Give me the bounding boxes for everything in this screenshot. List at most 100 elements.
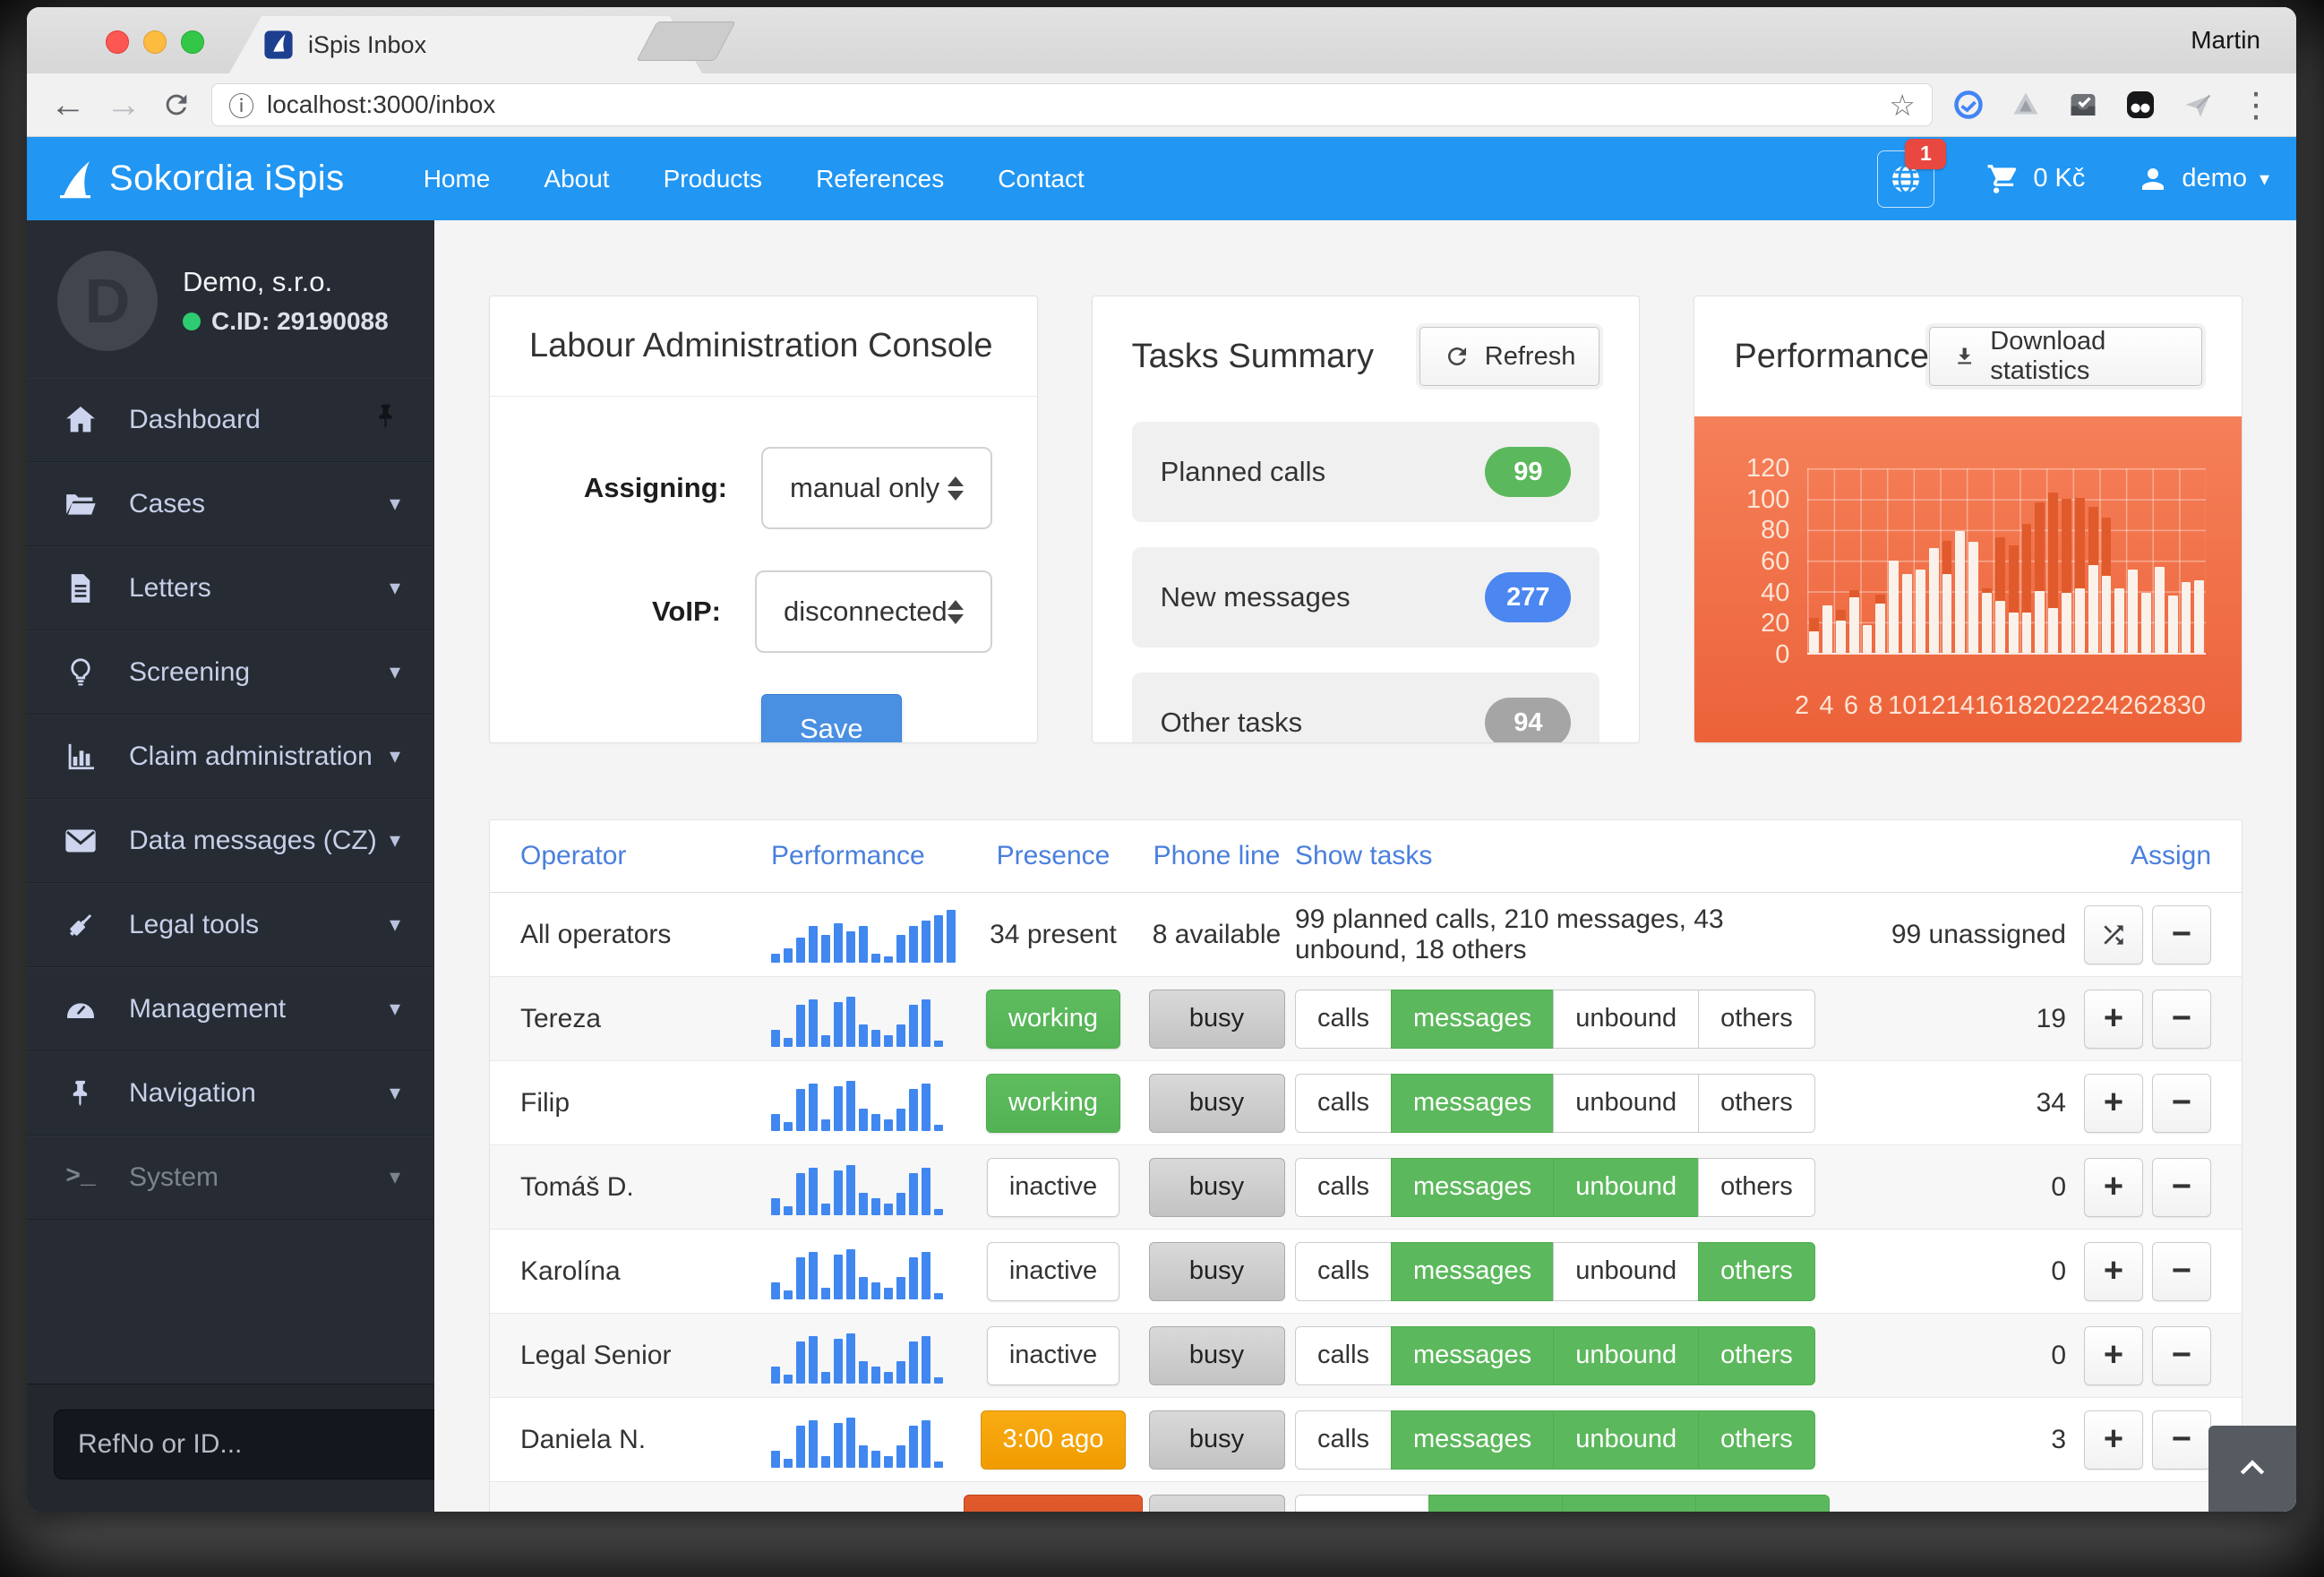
task-toggle-messages[interactable]: messages	[1391, 1326, 1554, 1385]
refno-search-input[interactable]	[54, 1410, 448, 1479]
drive-extension-icon[interactable]	[2010, 89, 2042, 121]
presence-badge[interactable]: inactive	[987, 1326, 1119, 1385]
minimize-window-button[interactable]	[143, 30, 167, 54]
browser-tab[interactable]: iSpis Inbox ×	[217, 16, 715, 73]
reload-icon[interactable]	[161, 90, 192, 120]
task-toggle-unbound[interactable]	[1562, 1495, 1696, 1513]
sidebar-item-claim-administration[interactable]: Claim administration▾	[27, 715, 434, 799]
back-icon[interactable]: ←	[50, 87, 86, 123]
sidebar-item-data-messages-cz[interactable]: Data messages (CZ)▾	[27, 799, 434, 883]
task-toggle-calls[interactable]: calls	[1295, 1158, 1392, 1217]
sidebar-item-legal-tools[interactable]: Legal tools▾	[27, 883, 434, 967]
assign-plus-button[interactable]: +	[2084, 1242, 2143, 1301]
inbox-extension-icon[interactable]	[2067, 89, 2099, 121]
task-toggle-calls[interactable]: calls	[1295, 1326, 1392, 1385]
phone-line-badge[interactable]: busy	[1149, 990, 1285, 1049]
task-toggle-unbound[interactable]: unbound	[1553, 1326, 1699, 1385]
sidebar-item-system[interactable]: >_System▾	[27, 1136, 434, 1220]
assign-plus-button[interactable]: +	[2084, 990, 2143, 1049]
shuffle-assign-button[interactable]	[2084, 905, 2143, 964]
assign-plus-button[interactable]: +	[2084, 1074, 2143, 1133]
phone-line-badge[interactable]: busy	[1149, 1158, 1285, 1217]
address-bar[interactable]: ⓘ localhost:3000/inbox ☆	[211, 83, 1933, 126]
presence-badge[interactable]	[964, 1495, 1143, 1513]
phone-line-badge[interactable]	[1149, 1495, 1285, 1513]
save-button[interactable]: Save	[761, 694, 902, 743]
brand[interactable]: Sokordia iSpis	[54, 158, 345, 201]
task-toggle-messages[interactable]: messages	[1391, 990, 1554, 1049]
task-toggle-messages[interactable]: messages	[1391, 1158, 1554, 1217]
nav-item-about[interactable]: About	[544, 165, 609, 193]
column-header-operator[interactable]: Operator	[520, 841, 771, 871]
task-toggle-calls[interactable]: calls	[1295, 1242, 1392, 1301]
sidebar-item-letters[interactable]: Letters▾	[27, 546, 434, 630]
task-toggle-calls[interactable]: calls	[1295, 1410, 1392, 1470]
presence-badge[interactable]: 3:00 ago	[981, 1410, 1127, 1470]
column-header-phone-line[interactable]: Phone line	[1138, 841, 1295, 871]
task-toggle-messages[interactable]: messages	[1391, 1242, 1554, 1301]
column-header-assign[interactable]: Assign	[1797, 841, 2211, 871]
presence-badge[interactable]: inactive	[987, 1158, 1119, 1217]
column-header-show-tasks[interactable]: Show tasks	[1295, 841, 1797, 871]
task-toggle-unbound[interactable]: unbound	[1553, 1158, 1699, 1217]
assign-plus-button[interactable]: +	[2084, 1410, 2143, 1470]
phone-line-badge[interactable]: busy	[1149, 1326, 1285, 1385]
task-toggle-others[interactable]	[1695, 1495, 1830, 1513]
column-header-presence[interactable]: Presence	[968, 841, 1138, 871]
sidebar-item-dashboard[interactable]: Dashboard	[27, 378, 434, 462]
sidebar-item-management[interactable]: Management▾	[27, 967, 434, 1051]
task-toggle-messages[interactable]: messages	[1391, 1074, 1554, 1133]
user-menu[interactable]: demo ▾	[2137, 163, 2269, 195]
zoom-window-button[interactable]	[181, 30, 204, 54]
task-toggle-unbound[interactable]: unbound	[1553, 990, 1699, 1049]
task-toggle-unbound[interactable]: unbound	[1553, 1242, 1699, 1301]
assigning-select[interactable]: manual only	[761, 447, 992, 529]
cart-button[interactable]: 0 Kč	[1986, 162, 2085, 196]
task-toggle-messages[interactable]: messages	[1391, 1410, 1554, 1470]
sidebar-item-cases[interactable]: Cases▾	[27, 462, 434, 546]
nav-item-products[interactable]: Products	[664, 165, 763, 193]
close-window-button[interactable]	[106, 30, 129, 54]
bookmark-star-icon[interactable]: ☆	[1889, 88, 1916, 123]
workspace-extension-icon[interactable]	[1952, 89, 1985, 121]
language-button[interactable]: 1	[1877, 150, 1934, 208]
phone-line-badge[interactable]: busy	[1149, 1242, 1285, 1301]
download-statistics-button[interactable]: Download statistics	[1929, 327, 2202, 386]
unassign-button[interactable]: −	[2152, 905, 2211, 964]
reader-extension-icon[interactable]	[2124, 89, 2157, 121]
task-toggle-unbound[interactable]: unbound	[1553, 1410, 1699, 1470]
presence-badge[interactable]: inactive	[987, 1242, 1119, 1301]
assign-plus-button[interactable]: +	[2084, 1158, 2143, 1217]
presence-badge[interactable]: working	[986, 990, 1120, 1049]
task-toggle-unbound[interactable]: unbound	[1553, 1074, 1699, 1133]
nav-item-references[interactable]: References	[816, 165, 944, 193]
nav-item-contact[interactable]: Contact	[998, 165, 1085, 193]
nav-item-home[interactable]: Home	[424, 165, 491, 193]
task-item-planned-calls[interactable]: Planned calls99	[1132, 422, 1600, 522]
voip-select[interactable]: disconnected	[755, 570, 992, 653]
page-info-icon[interactable]: ⓘ	[228, 86, 254, 124]
phone-line-badge[interactable]: busy	[1149, 1410, 1285, 1470]
task-toggle-calls[interactable]: calls	[1295, 990, 1392, 1049]
task-toggle-calls[interactable]: calls	[1295, 1074, 1392, 1133]
assign-minus-button[interactable]: −	[2152, 1074, 2211, 1133]
sidebar-item-navigation[interactable]: Navigation▾	[27, 1051, 434, 1136]
assign-minus-button[interactable]: −	[2152, 1158, 2211, 1217]
task-item-other-tasks[interactable]: Other tasks94	[1132, 673, 1600, 743]
task-toggle-messages[interactable]	[1428, 1495, 1563, 1513]
assign-minus-button[interactable]: −	[2152, 1326, 2211, 1385]
task-toggle-calls[interactable]	[1295, 1495, 1429, 1513]
assign-minus-button[interactable]: −	[2152, 990, 2211, 1049]
send-extension-icon[interactable]	[2182, 89, 2214, 121]
refresh-button[interactable]: Refresh	[1419, 327, 1600, 386]
phone-line-badge[interactable]: busy	[1149, 1074, 1285, 1133]
assign-minus-button[interactable]: −	[2152, 1242, 2211, 1301]
sidebar-item-screening[interactable]: Screening▾	[27, 630, 434, 715]
presence-badge[interactable]: working	[986, 1074, 1120, 1133]
browser-menu-icon[interactable]: ⋮	[2239, 85, 2273, 125]
column-header-performance[interactable]: Performance	[771, 841, 968, 871]
assign-plus-button[interactable]: +	[2084, 1326, 2143, 1385]
assign-minus-button[interactable]: −	[2152, 1410, 2211, 1470]
task-item-new-messages[interactable]: New messages277	[1132, 547, 1600, 647]
scroll-to-top-button[interactable]	[2208, 1426, 2296, 1512]
